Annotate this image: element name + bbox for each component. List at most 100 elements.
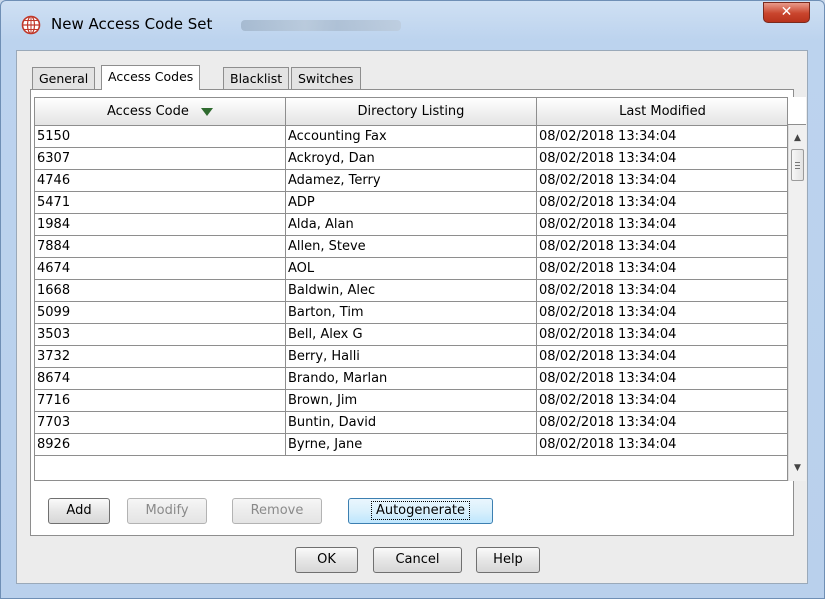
table-row[interactable]: 7703 Buntin, David 08/02/2018 13:34:04 <box>35 412 787 434</box>
column-header-directory-listing[interactable]: Directory Listing <box>286 98 537 126</box>
column-header-label: Directory Listing <box>357 104 465 119</box>
table-row[interactable]: 7716 Brown, Jim 08/02/2018 13:34:04 <box>35 390 787 412</box>
access-code-cell: 7884 <box>35 236 286 258</box>
last-modified-cell: 08/02/2018 13:34:04 <box>537 258 787 280</box>
column-header-last-modified[interactable]: Last Modified <box>537 98 787 126</box>
table-row[interactable]: 8674 Brando, Marlan 08/02/2018 13:34:04 <box>35 368 787 390</box>
access-code-cell: 5471 <box>35 192 286 214</box>
last-modified-cell: 08/02/2018 13:34:04 <box>537 148 787 170</box>
directory-listing-cell: Adamez, Terry <box>286 170 537 192</box>
table-row[interactable]: 1668 Baldwin, Alec 08/02/2018 13:34:04 <box>35 280 787 302</box>
access-code-table: Access Code Directory Listing Last Modif… <box>34 97 809 481</box>
grip-line <box>795 168 800 169</box>
directory-listing-cell: Brown, Jim <box>286 390 537 412</box>
ok-button[interactable]: OK <box>295 547 358 573</box>
tab-switches[interactable]: Switches <box>291 67 361 89</box>
column-header-label: Access Code <box>106 104 189 119</box>
modify-button-label: Modify <box>145 503 189 518</box>
remove-button-label: Remove <box>250 503 304 518</box>
last-modified-cell: 08/02/2018 13:34:04 <box>537 236 787 258</box>
close-button[interactable]: ✕ <box>763 2 810 23</box>
scroll-thumb[interactable] <box>791 149 804 181</box>
directory-listing-cell: Alda, Alan <box>286 214 537 236</box>
directory-listing-cell: ADP <box>286 192 537 214</box>
last-modified-cell: 08/02/2018 13:34:04 <box>537 280 787 302</box>
ok-button-label: OK <box>317 552 336 567</box>
table-row[interactable]: 4746 Adamez, Terry 08/02/2018 13:34:04 <box>35 170 787 192</box>
add-button[interactable]: Add <box>48 498 110 524</box>
last-modified-cell: 08/02/2018 13:34:04 <box>537 192 787 214</box>
cancel-button[interactable]: Cancel <box>373 547 462 573</box>
title-bar[interactable]: New Access Code Set ✕ <box>1 1 824 49</box>
last-modified-cell: 08/02/2018 13:34:04 <box>537 324 787 346</box>
table-row[interactable]: 1984 Alda, Alan 08/02/2018 13:34:04 <box>35 214 787 236</box>
grip-line <box>795 162 800 163</box>
table-row[interactable]: 6307 Ackroyd, Dan 08/02/2018 13:34:04 <box>35 148 787 170</box>
scroll-down-arrow-icon[interactable]: ▼ <box>789 459 806 477</box>
directory-listing-cell: Brando, Marlan <box>286 368 537 390</box>
access-code-cell: 6307 <box>35 148 286 170</box>
table-row[interactable]: 4674 AOL 08/02/2018 13:34:04 <box>35 258 787 280</box>
column-header-label: Last Modified <box>619 104 706 119</box>
directory-listing-cell: Buntin, David <box>286 412 537 434</box>
close-icon: ✕ <box>780 4 793 20</box>
directory-listing-cell: Baldwin, Alec <box>286 280 537 302</box>
access-code-cell: 8926 <box>35 434 286 456</box>
dialog-client-area: General Access Codes Blacklist Switches … <box>16 50 808 584</box>
table-row[interactable]: 5150 Accounting Fax 08/02/2018 13:34:04 <box>35 126 787 148</box>
access-code-cell: 1984 <box>35 214 286 236</box>
cancel-button-label: Cancel <box>395 552 440 567</box>
access-code-cell: 1668 <box>35 280 286 302</box>
column-header-access-code[interactable]: Access Code <box>35 98 286 126</box>
last-modified-cell: 08/02/2018 13:34:04 <box>537 214 787 236</box>
tab-blacklist[interactable]: Blacklist <box>223 67 290 89</box>
sort-descending-icon <box>201 107 214 116</box>
access-code-cell: 4674 <box>35 258 286 280</box>
access-code-cell: 8674 <box>35 368 286 390</box>
access-code-cell: 3503 <box>35 324 286 346</box>
app-globe-icon <box>21 15 41 35</box>
access-code-cell: 3732 <box>35 346 286 368</box>
tab-general[interactable]: General <box>32 67 96 89</box>
help-button[interactable]: Help <box>476 547 540 573</box>
last-modified-cell: 08/02/2018 13:34:04 <box>537 434 787 456</box>
directory-listing-cell: Allen, Steve <box>286 236 537 258</box>
help-button-label: Help <box>493 552 523 567</box>
last-modified-cell: 08/02/2018 13:34:04 <box>537 368 787 390</box>
add-button-label: Add <box>66 503 92 518</box>
directory-listing-cell: AOL <box>286 258 537 280</box>
access-code-cell: 4746 <box>35 170 286 192</box>
remove-button[interactable]: Remove <box>232 498 322 524</box>
access-code-cell: 5150 <box>35 126 286 148</box>
dialog-window: New Access Code Set ✕ General Access Cod… <box>0 0 825 599</box>
scroll-corner <box>788 97 806 125</box>
last-modified-cell: 08/02/2018 13:34:04 <box>537 346 787 368</box>
directory-listing-cell: Ackroyd, Dan <box>286 148 537 170</box>
table-row[interactable]: 8926 Byrne, Jane 08/02/2018 13:34:04 <box>35 434 787 456</box>
directory-listing-cell: Accounting Fax <box>286 126 537 148</box>
table-row[interactable]: 3732 Berry, Halli 08/02/2018 13:34:04 <box>35 346 787 368</box>
access-code-cell: 7703 <box>35 412 286 434</box>
table-row[interactable]: 3503 Bell, Alex G 08/02/2018 13:34:04 <box>35 324 787 346</box>
table-row[interactable]: 5471 ADP 08/02/2018 13:34:04 <box>35 192 787 214</box>
autogenerate-button-label: Autogenerate <box>370 501 471 520</box>
access-codes-panel: Access Code Directory Listing Last Modif… <box>30 89 806 536</box>
window-title: New Access Code Set <box>51 15 213 33</box>
last-modified-cell: 08/02/2018 13:34:04 <box>537 126 787 148</box>
directory-listing-cell: Byrne, Jane <box>286 434 537 456</box>
last-modified-cell: 08/02/2018 13:34:04 <box>537 390 787 412</box>
table-row[interactable]: 7884 Allen, Steve 08/02/2018 13:34:04 <box>35 236 787 258</box>
access-code-cell: 5099 <box>35 302 286 324</box>
autogenerate-button[interactable]: Autogenerate <box>348 498 493 524</box>
tab-access-codes[interactable]: Access Codes <box>101 65 201 90</box>
table-row[interactable]: 5099 Barton, Tim 08/02/2018 13:34:04 <box>35 302 787 324</box>
grip-line <box>795 165 800 166</box>
modify-button[interactable]: Modify <box>127 498 207 524</box>
last-modified-cell: 08/02/2018 13:34:04 <box>537 302 787 324</box>
last-modified-cell: 08/02/2018 13:34:04 <box>537 412 787 434</box>
redacted-title-suffix <box>241 20 401 31</box>
directory-listing-cell: Barton, Tim <box>286 302 537 324</box>
vertical-scrollbar[interactable]: ▲ ▼ <box>788 125 806 481</box>
directory-listing-cell: Bell, Alex G <box>286 324 537 346</box>
scroll-up-arrow-icon[interactable]: ▲ <box>789 129 806 147</box>
